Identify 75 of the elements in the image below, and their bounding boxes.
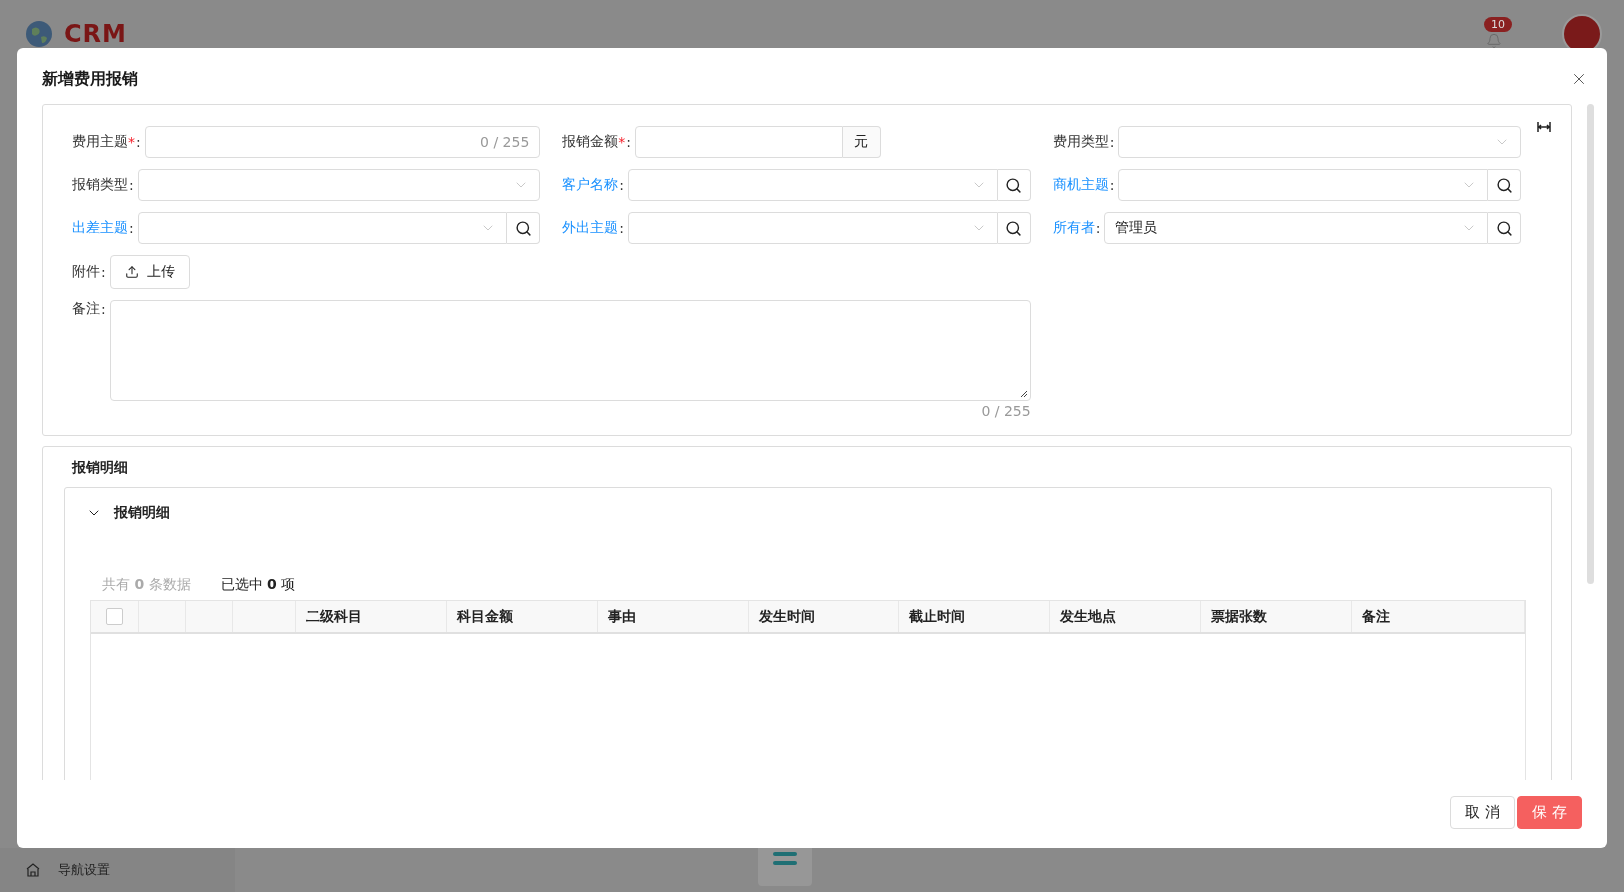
select-all-checkbox[interactable] (106, 608, 123, 625)
search-icon (1005, 219, 1023, 237)
character-counter: 0 / 255 (981, 403, 1031, 419)
label-colon: : (136, 134, 141, 150)
column-header: 发生时间 (748, 601, 900, 632)
save-button[interactable]: 保 存 (1517, 795, 1582, 829)
field-label: 报销类型 (72, 176, 128, 194)
app-logo: CRM (64, 20, 127, 48)
label-colon: : (626, 134, 632, 150)
required-mark: * (618, 134, 626, 150)
total-count: 共有 0 条数据 (102, 576, 191, 594)
select-field[interactable] (1118, 169, 1488, 201)
field-label: 费用主题 (72, 133, 128, 151)
search-button[interactable] (507, 212, 541, 244)
search-button[interactable] (1488, 212, 1521, 244)
column-header: 发生地点 (1050, 601, 1202, 632)
notification-count: 10 (1484, 17, 1512, 32)
field-label: 附件 (72, 263, 100, 281)
select-field[interactable] (628, 169, 998, 201)
text-field[interactable]: 0 / 255 (144, 126, 541, 158)
field-link[interactable]: 客户名称 (562, 176, 619, 194)
label-colon: : (101, 264, 106, 280)
selected-count: 已选中 0 项 (220, 576, 296, 594)
label-colon: : (619, 177, 625, 193)
field-link[interactable]: 所有者 (1052, 219, 1095, 237)
label-colon: : (1109, 177, 1115, 193)
column-header: 备注 (1352, 601, 1525, 632)
nav-settings-link[interactable]: 导航设置 (58, 861, 110, 879)
label-colon: : (1109, 134, 1115, 150)
search-button[interactable] (997, 169, 1031, 201)
search-icon (514, 219, 532, 237)
column-header: 二级科目 (296, 601, 447, 632)
amount-field[interactable] (635, 126, 843, 158)
collapse-header[interactable]: 报销明细 (86, 488, 170, 538)
bell-icon (1486, 33, 1502, 49)
label-colon: : (619, 220, 625, 236)
select-field[interactable] (137, 212, 508, 244)
label-colon: : (1095, 220, 1101, 236)
select-field[interactable] (628, 212, 998, 244)
field-link[interactable]: 出差主题 (72, 219, 128, 237)
required-mark: * (128, 134, 135, 150)
select-field[interactable] (1118, 126, 1521, 158)
field-link[interactable]: 外出主题 (562, 219, 619, 237)
field-label: 报销金额 (562, 133, 619, 151)
column-header: 截止时间 (899, 601, 1051, 632)
field-label: 备注 (72, 300, 100, 318)
cancel-button[interactable]: 取 消 (1450, 795, 1516, 829)
scrollbar-thumb[interactable] (1587, 104, 1594, 584)
menu-tab[interactable] (758, 848, 812, 886)
search-icon (1495, 176, 1513, 194)
resize-handle-icon[interactable] (1019, 390, 1028, 398)
upload-button[interactable]: 上传 (109, 255, 190, 289)
search-button[interactable] (1488, 169, 1521, 201)
search-icon (1495, 219, 1513, 237)
column-header: 票据张数 (1201, 601, 1352, 632)
label-colon: : (129, 177, 134, 193)
currency-unit: 元 (842, 126, 881, 158)
select-field[interactable] (137, 169, 541, 201)
collapse-width-icon[interactable] (1537, 121, 1551, 133)
menu-icon (772, 850, 798, 868)
column-header: 事由 (597, 601, 749, 632)
field-link[interactable]: 商机主题 (1052, 176, 1109, 194)
search-icon (1005, 176, 1023, 194)
label-colon: : (101, 301, 106, 317)
column-header: 科目金额 (446, 601, 598, 632)
notification-button[interactable]: 10 (1476, 19, 1512, 49)
field-label: 费用类型 (1052, 133, 1109, 151)
home-icon (26, 863, 40, 877)
upload-icon (124, 265, 139, 279)
dialog-title: 新增费用报销 (42, 68, 138, 90)
section-title: 报销明细 (70, 459, 129, 477)
select-field[interactable]: 管理员 (1104, 212, 1488, 244)
search-button[interactable] (997, 212, 1031, 244)
label-colon: : (129, 220, 134, 236)
globe-icon (24, 19, 54, 49)
